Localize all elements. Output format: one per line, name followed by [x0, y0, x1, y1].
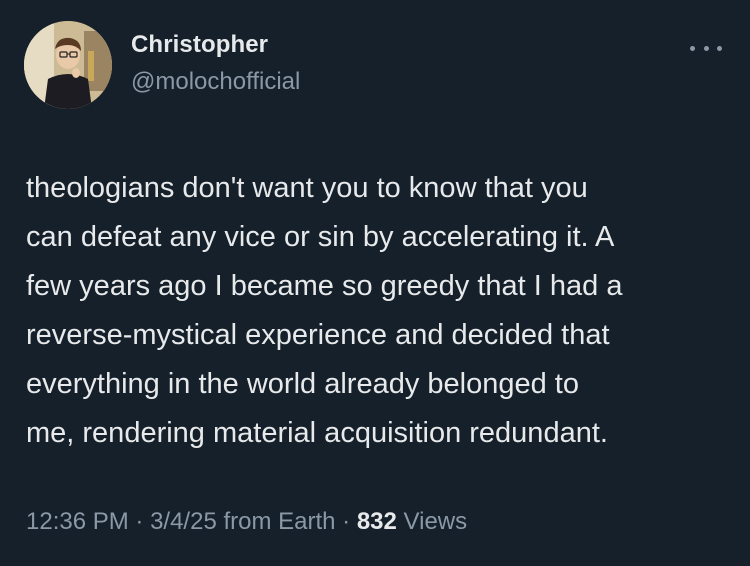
more-options-icon[interactable]: [690, 38, 722, 58]
tweet-date[interactable]: 3/4/25: [150, 508, 217, 535]
tweet-time[interactable]: 12:36 PM: [26, 508, 129, 535]
meta-separator: ·: [128, 508, 151, 535]
tweet-card: Christopher @molochofficial theologians …: [0, 0, 750, 566]
tweet-source: from Earth: [216, 508, 336, 535]
views-count: 832: [356, 508, 397, 535]
more-dot: [703, 45, 709, 51]
profile-photo-icon: [24, 21, 112, 109]
tweet-text: theologians don't want you to know that …: [26, 172, 623, 449]
views-link[interactable]: 832 Views: [357, 508, 467, 535]
user-handle[interactable]: @molochofficial: [131, 68, 300, 96]
display-name[interactable]: Christopher: [131, 31, 268, 59]
more-dot: [690, 45, 695, 51]
meta-separator: ·: [335, 508, 357, 535]
more-dot: [717, 45, 722, 51]
views-label: Views: [396, 508, 468, 535]
avatar[interactable]: [24, 21, 112, 109]
tweet-meta: 12:36 PM · 3/4/25 from Earth · 832 Views: [26, 508, 467, 536]
